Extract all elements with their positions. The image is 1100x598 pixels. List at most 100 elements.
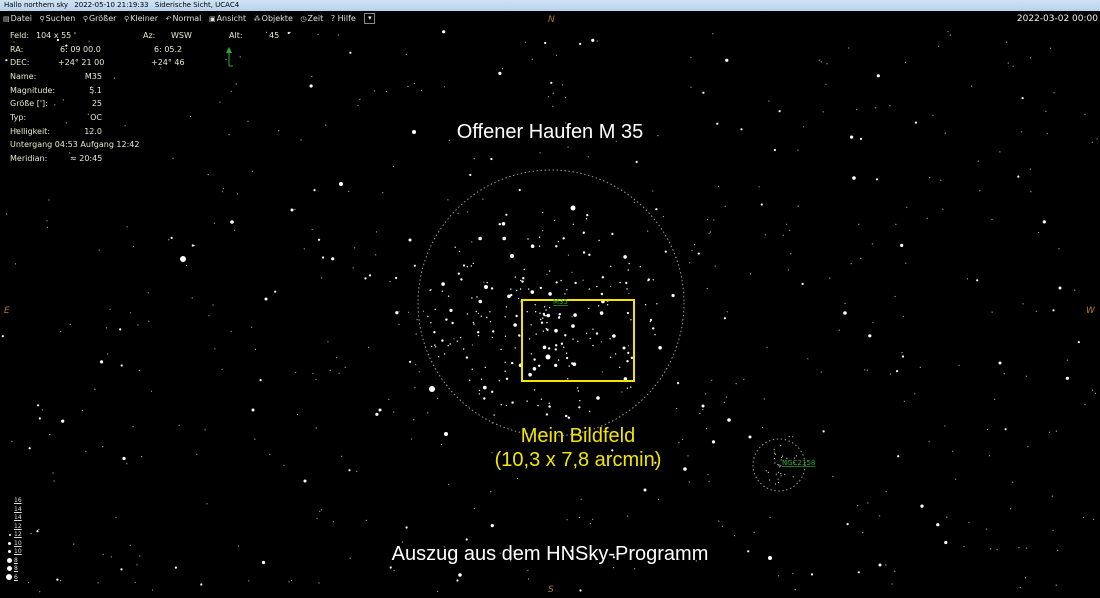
- star: [1, 335, 4, 338]
- star: [920, 504, 924, 508]
- star: [936, 523, 940, 527]
- star: [726, 311, 728, 313]
- menu-label: Kleiner: [130, 14, 159, 23]
- star: [393, 411, 395, 413]
- star: [332, 521, 334, 523]
- star: [539, 152, 541, 154]
- star: [952, 450, 954, 452]
- chevron-down-icon[interactable]: ▾: [364, 13, 376, 24]
- star: [490, 287, 494, 290]
- menu-groesser[interactable]: ⚲Größer: [83, 11, 117, 27]
- star: [348, 190, 350, 192]
- star: [483, 281, 485, 283]
- altitude-arrow-icon: [226, 47, 233, 67]
- star: [944, 425, 946, 427]
- star: [781, 455, 784, 457]
- star: [54, 104, 56, 106]
- star: [544, 41, 547, 45]
- star: [546, 313, 551, 318]
- star: [767, 471, 770, 473]
- star: [37, 404, 40, 407]
- menu-hilfe[interactable]: ? Hilfe: [331, 11, 356, 27]
- star: [491, 390, 494, 393]
- star: [429, 386, 435, 392]
- azimuth-label: Az:: [143, 31, 156, 40]
- menu-kleiner[interactable]: ⚲Kleiner: [124, 11, 158, 27]
- star: [601, 276, 605, 279]
- star: [822, 430, 825, 433]
- star: [132, 245, 135, 247]
- m35-label[interactable]: M35: [553, 298, 568, 306]
- field-label: Feld:: [10, 31, 30, 40]
- star: [315, 427, 317, 429]
- star: [786, 223, 788, 225]
- star: [576, 387, 579, 389]
- star: [586, 214, 589, 217]
- star: [490, 524, 494, 528]
- star: [441, 290, 443, 292]
- star: [619, 366, 621, 368]
- compass-east: E: [4, 306, 10, 316]
- star: [780, 473, 782, 475]
- star: [447, 295, 450, 297]
- star: [405, 526, 408, 529]
- star: [489, 321, 492, 323]
- star: [168, 239, 170, 241]
- star: [98, 249, 100, 251]
- star: [478, 299, 483, 304]
- menu-objekte[interactable]: ⁂Objekte: [254, 11, 293, 27]
- star: [762, 426, 764, 429]
- menu-suchen[interactable]: ⚲Suchen: [40, 11, 76, 27]
- sky-chart[interactable]: M35 NGC2158: [0, 0, 1100, 598]
- star: [928, 441, 930, 443]
- star: [1055, 584, 1057, 586]
- star: [958, 364, 960, 366]
- star: [113, 77, 115, 79]
- star: [589, 523, 592, 525]
- star: [723, 401, 725, 403]
- menu-normal[interactable]: ↶Normal: [166, 11, 202, 27]
- star: [447, 345, 449, 347]
- star: [443, 353, 446, 355]
- star: [473, 507, 475, 510]
- star: [533, 389, 536, 391]
- star: [471, 344, 473, 346]
- star: [398, 311, 400, 313]
- star: [491, 336, 493, 339]
- star: [639, 266, 641, 268]
- star: [634, 568, 636, 570]
- star: [311, 228, 313, 230]
- star: [966, 278, 969, 280]
- star: [148, 320, 150, 322]
- star: [254, 438, 256, 440]
- ngc2158-label[interactable]: NGC2158: [782, 459, 815, 467]
- star: [505, 377, 509, 380]
- menu-zeit[interactable]: ◷Zeit: [300, 11, 323, 27]
- star: [986, 428, 989, 430]
- star: [329, 369, 331, 372]
- star: [889, 373, 892, 375]
- star: [290, 579, 292, 582]
- star: [1010, 508, 1012, 510]
- star: [595, 332, 599, 335]
- menu-datei[interactable]: ▤Datei: [3, 11, 32, 27]
- star: [766, 346, 768, 348]
- star: [524, 41, 526, 43]
- star: [510, 293, 513, 297]
- star: [628, 292, 630, 294]
- star: [543, 306, 546, 308]
- star: [441, 282, 445, 286]
- star: [303, 479, 307, 483]
- star: [555, 281, 558, 284]
- star: [733, 535, 736, 537]
- star: [493, 414, 495, 416]
- star: [468, 379, 471, 381]
- star: [430, 322, 432, 324]
- star: [356, 470, 358, 472]
- star: [561, 84, 564, 86]
- menu-ansicht[interactable]: ▣Ansicht: [209, 11, 246, 27]
- star: [763, 398, 765, 400]
- star: [414, 387, 416, 389]
- star: [706, 287, 708, 290]
- star: [573, 313, 577, 317]
